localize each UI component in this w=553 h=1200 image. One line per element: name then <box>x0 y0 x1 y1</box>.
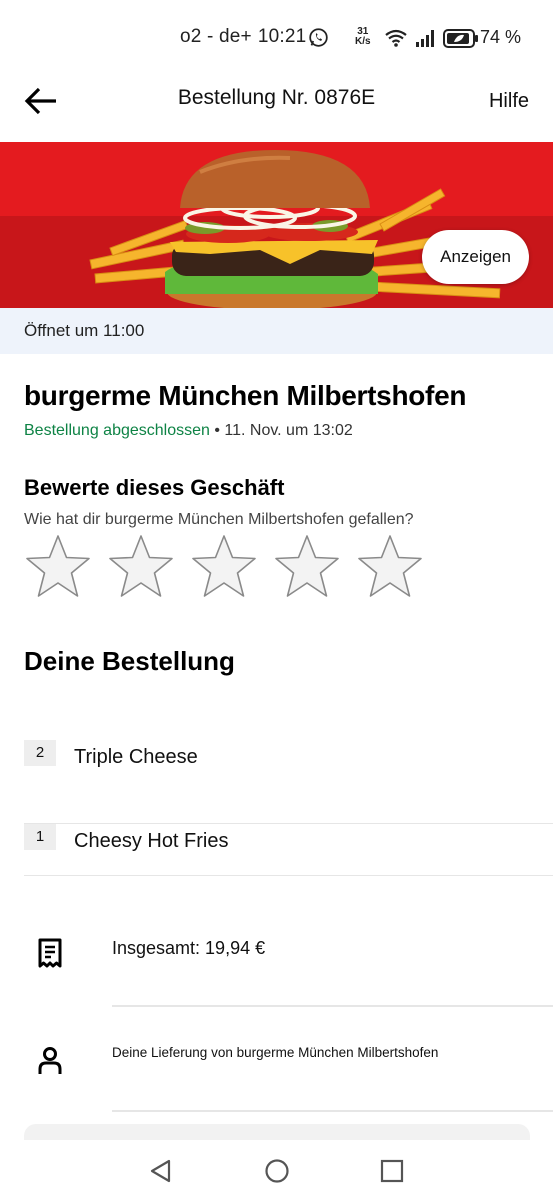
nav-home-icon[interactable] <box>264 1158 290 1184</box>
status-carrier-time: o2 - de+ 10:21 <box>180 26 306 48</box>
signal-icon <box>416 30 434 47</box>
item-name: Triple Cheese <box>74 746 198 768</box>
star-icon[interactable] <box>107 533 175 599</box>
battery-icon <box>443 29 478 48</box>
opening-time-text: Öffnet um 11:00 <box>24 321 145 340</box>
whatsapp-icon <box>309 28 328 47</box>
receipt-icon <box>38 938 62 968</box>
nav-back-icon[interactable] <box>148 1158 174 1184</box>
store-name: burgerme München Milbertshofen <box>24 380 467 411</box>
network-speed-unit: K/s <box>355 36 371 47</box>
delivery-row: Deine Lieferung von burgerme München Mil… <box>0 1036 553 1112</box>
nav-recents-icon[interactable] <box>379 1158 405 1184</box>
status-bar: o2 - de+ 10:21 31 K/s 74 % <box>0 0 553 76</box>
star-icon[interactable] <box>190 533 258 599</box>
clock: 10:21 <box>257 26 307 47</box>
divider <box>112 1110 553 1112</box>
show-button[interactable]: Anzeigen <box>422 230 529 284</box>
order-date: • 11. Nov. um 13:02 <box>209 422 353 439</box>
order-status-line: Bestellung abgeschlossen • 11. Nov. um 1… <box>24 422 353 440</box>
rating-title: Bewerte dieses Geschäft <box>24 475 285 500</box>
item-quantity: 2 <box>24 740 56 766</box>
star-icon[interactable] <box>356 533 424 599</box>
order-total-row: Insgesamt: 19,94 € <box>0 930 553 1006</box>
order-status: Bestellung abgeschlossen <box>24 422 210 439</box>
item-quantity: 1 <box>24 824 56 850</box>
divider <box>112 1005 553 1007</box>
order-item: 2 Triple Cheese <box>24 740 553 824</box>
order-item: 1 Cheesy Hot Fries <box>24 824 553 876</box>
carrier-label: o2 - de+ <box>180 26 252 47</box>
help-link[interactable]: Hilfe <box>489 90 529 113</box>
network-speed: 31 K/s <box>355 27 371 47</box>
wifi-icon <box>385 29 407 47</box>
app-header: Bestellung Nr. 0876E Hilfe <box>0 76 553 142</box>
person-icon <box>38 1047 62 1074</box>
item-name: Cheesy Hot Fries <box>74 830 229 852</box>
page-title: Bestellung Nr. 0876E <box>177 86 376 109</box>
star-icon[interactable] <box>273 533 341 599</box>
order-heading: Deine Bestellung <box>24 646 235 676</box>
star-icon[interactable] <box>24 533 92 599</box>
opening-notice: Öffnet um 11:00 <box>0 308 553 354</box>
order-total: Insgesamt: 19,94 € <box>112 938 266 958</box>
rating-question: Wie hat dir burgerme München Milbertshof… <box>24 511 414 528</box>
store-banner: Anzeigen <box>0 142 553 308</box>
battery-percent: 74 % <box>480 27 522 47</box>
system-nav-bar <box>0 1140 553 1200</box>
delivery-text: Deine Lieferung von burgerme München Mil… <box>112 1045 439 1060</box>
